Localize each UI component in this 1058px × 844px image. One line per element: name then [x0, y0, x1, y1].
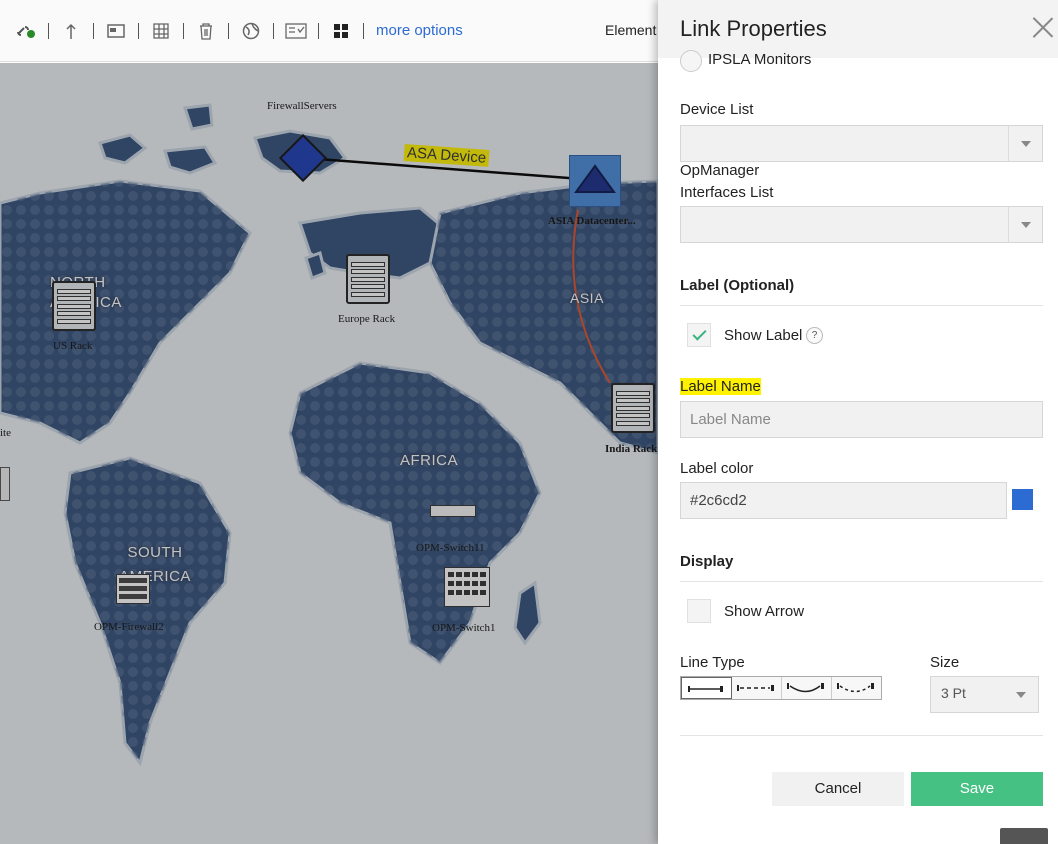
- europe-rack-node[interactable]: [346, 254, 390, 304]
- device-list-label: Device List: [680, 101, 754, 118]
- display-section-heading: Display: [680, 553, 734, 570]
- show-label-checkbox[interactable]: [687, 323, 711, 347]
- label-section-heading: Label (Optional): [680, 277, 795, 294]
- more-options-link[interactable]: more options: [376, 22, 463, 39]
- divider: [680, 305, 1043, 306]
- partial-device-node[interactable]: [0, 467, 10, 501]
- divider: [680, 735, 1043, 736]
- solid-line-icon: [688, 686, 723, 692]
- device-label-opm-firewall2: OPM-Firewall2: [94, 621, 164, 633]
- upload-icon[interactable]: [59, 19, 83, 43]
- show-label-text: Show Label: [724, 327, 803, 344]
- globe-icon[interactable]: [239, 19, 263, 43]
- toolbar-separator: [318, 22, 319, 39]
- interfaces-list-select[interactable]: [680, 206, 1043, 243]
- us-rack-node[interactable]: [52, 281, 96, 331]
- firewall-icon: [119, 578, 147, 599]
- label-name-label: Label Name: [680, 378, 761, 395]
- toolbar-separator: [183, 22, 184, 39]
- line-type-curved[interactable]: [782, 677, 832, 699]
- device-list-select[interactable]: [680, 125, 1043, 162]
- size-select[interactable]: 3 Pt: [930, 676, 1039, 713]
- device-label-opm-switch1: OPM-Switch1: [432, 622, 496, 634]
- label-color-input[interactable]: #2c6cd2: [680, 482, 1007, 519]
- chevron-down-icon: [1004, 677, 1038, 712]
- line-type-curved-dashed[interactable]: [832, 677, 881, 699]
- opmanager-label: OpManager: [680, 162, 760, 179]
- ipsla-label: IPSLA Monitors: [708, 51, 812, 68]
- line-type-dashed[interactable]: [732, 677, 782, 699]
- device-label-asia-datacenter: ASIA Datacenter...: [548, 215, 636, 227]
- opm-switch11-node[interactable]: [430, 505, 476, 517]
- continent-label-asia: ASIA: [570, 290, 604, 306]
- device-label-firewall-servers: FirewallServers: [267, 100, 337, 112]
- dashed-line-icon: [737, 685, 774, 691]
- apps-grid-icon[interactable]: [329, 19, 353, 43]
- window-icon[interactable]: [104, 19, 128, 43]
- curved-line-icon: [787, 683, 824, 693]
- toolbar-separator: [363, 22, 364, 39]
- triangle-icon: [574, 164, 616, 193]
- size-label: Size: [930, 654, 960, 671]
- curved-dashed-line-icon: [837, 683, 874, 693]
- color-swatch[interactable]: [1012, 489, 1033, 510]
- elements-tab[interactable]: Element: [605, 22, 656, 38]
- opm-switch1-node[interactable]: [444, 567, 490, 607]
- world-map: [0, 103, 658, 767]
- link-status-icon[interactable]: [14, 19, 38, 43]
- cancel-button[interactable]: Cancel: [772, 772, 904, 806]
- interfaces-list-label: Interfaces List: [680, 184, 774, 201]
- show-arrow-text: Show Arrow: [724, 603, 805, 620]
- device-label-europe-rack: Europe Rack: [338, 313, 396, 325]
- chevron-down-icon: [1008, 207, 1042, 242]
- toolbar-separator: [48, 22, 49, 39]
- device-label-opm-switch11: OPM-Switch11: [416, 542, 485, 554]
- grid-icon[interactable]: [149, 19, 173, 43]
- size-value: 3 Pt: [941, 685, 966, 701]
- asia-datacenter-node[interactable]: [569, 155, 621, 207]
- device-label-us-rack: US Rack: [53, 340, 93, 352]
- switch-ports-icon: [448, 572, 486, 595]
- label-color-label: Label color: [680, 460, 754, 477]
- device-label-partial: ite: [0, 427, 11, 439]
- map-canvas[interactable]: NORTH AMERICA SOUTH AMERICA AFRICA ASIA …: [0, 63, 658, 844]
- line-type-selector: [680, 676, 882, 700]
- save-button[interactable]: Save: [911, 772, 1043, 806]
- toolbar-separator: [228, 22, 229, 39]
- device-label-india-rack: India Rack: [605, 443, 658, 455]
- help-icon[interactable]: ?: [806, 327, 823, 344]
- continent-label-africa: AFRICA: [400, 452, 459, 469]
- checklist-icon[interactable]: [284, 19, 308, 43]
- trash-icon[interactable]: [194, 19, 218, 43]
- toolbar-separator: [138, 22, 139, 39]
- close-icon[interactable]: [1032, 16, 1054, 38]
- india-rack-node[interactable]: [611, 383, 655, 433]
- chevron-down-icon: [1008, 126, 1042, 161]
- opm-firewall2-node[interactable]: [116, 574, 150, 604]
- ipsla-radio[interactable]: [680, 50, 702, 72]
- divider: [680, 581, 1043, 582]
- panel-title: Link Properties: [680, 16, 827, 41]
- link-properties-panel: Link Properties IPSLA Monitors Device Li…: [658, 0, 1058, 844]
- toolbar-separator: [273, 22, 274, 39]
- panel-header: Link Properties: [658, 0, 1058, 58]
- show-arrow-checkbox[interactable]: [687, 599, 711, 623]
- line-type-label: Line Type: [680, 654, 745, 671]
- line-type-solid[interactable]: [681, 677, 732, 699]
- label-name-input[interactable]: Label Name: [680, 401, 1043, 438]
- bottom-tray-handle[interactable]: [1000, 828, 1048, 844]
- toolbar-separator: [93, 22, 94, 39]
